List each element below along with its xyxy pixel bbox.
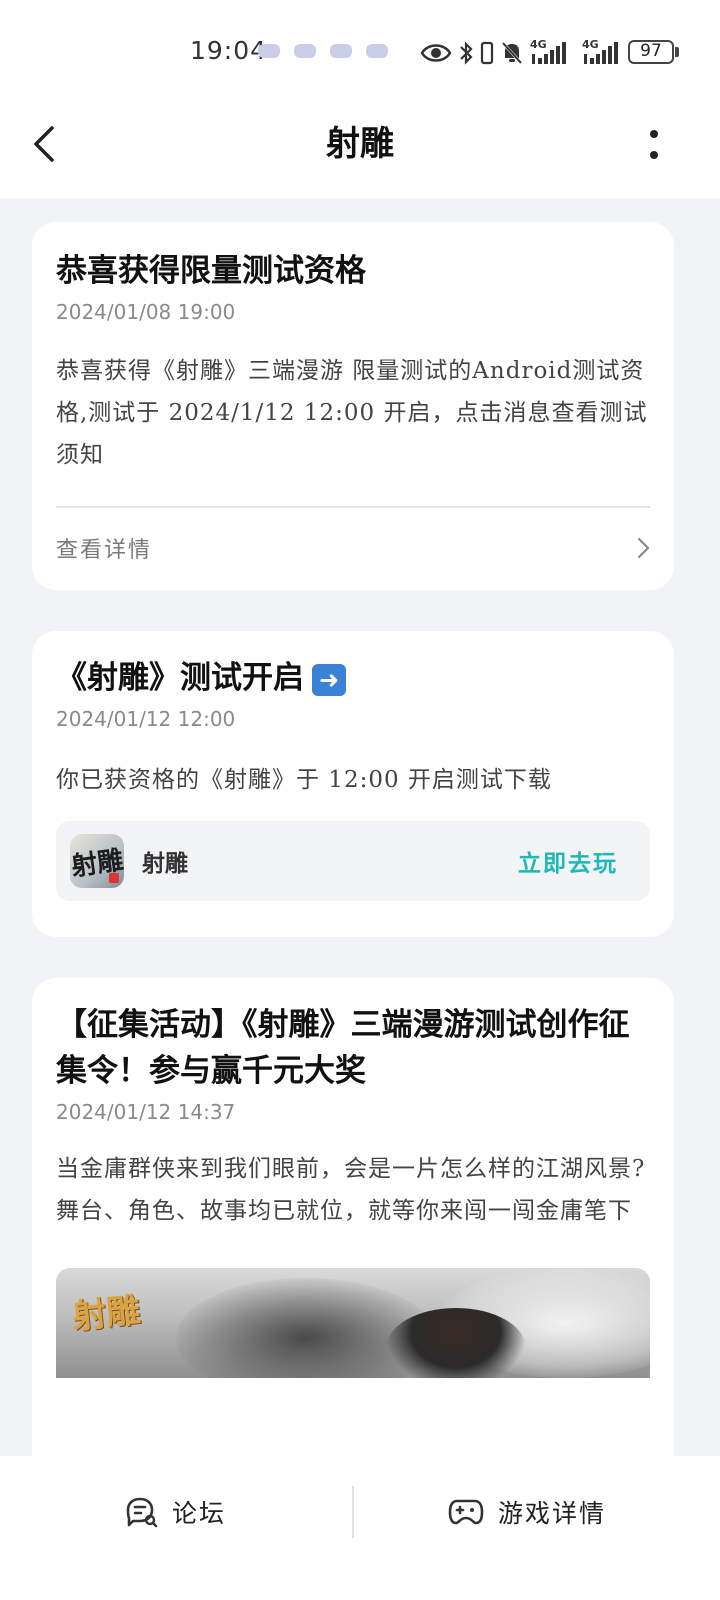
more-dot-icon	[650, 150, 658, 159]
card-date: 2024/01/12 14:37	[56, 1100, 236, 1124]
banner-logo: 射雕	[70, 1290, 143, 1338]
card-date: 2024/01/08 19:00	[56, 300, 236, 324]
card-body: 你已获资格的《射雕》于 12:00 开启测试下载	[56, 767, 552, 793]
event-banner-image[interactable]: 射雕	[56, 1268, 650, 1378]
game-name: 射雕	[142, 850, 188, 877]
signal-2: 4G	[582, 38, 620, 66]
chevron-left-icon	[34, 126, 54, 162]
card-title: 恭喜获得限量测试资格	[56, 253, 366, 289]
game-entry[interactable]: 射雕 射雕 立即去玩	[56, 821, 650, 901]
message-card[interactable]: 【征集活动】《射雕》三端漫游测试创作征集令！参与赢千元大奖 2024/01/12…	[32, 978, 674, 1498]
forum-button[interactable]: 论坛	[124, 1482, 226, 1542]
battery-tip	[675, 47, 679, 57]
nav-divider	[352, 1486, 354, 1538]
card-body-line: 当金庸群侠来到我们眼前，会是一片怎么样的江湖风景?	[56, 1156, 646, 1182]
view-details-link[interactable]: 查看详情	[56, 508, 650, 588]
card-title-text: 《射雕》测试开启	[56, 660, 304, 696]
back-button[interactable]	[24, 120, 64, 168]
message-card[interactable]: 《射雕》测试开启 ➜ 2024/01/12 12:00 你已获资格的《射雕》于 1…	[32, 631, 674, 937]
card-body-line: 舞台、角色、故事均已就位，就等你来闯一闯金庸笔下	[56, 1198, 632, 1224]
card-title: 《射雕》测试开启 ➜	[56, 655, 650, 701]
page-title: 射雕	[326, 124, 394, 164]
arrow-right-icon: ➜	[312, 663, 346, 696]
status-time: 19:04	[190, 36, 268, 65]
game-details-button[interactable]: 游戏详情	[448, 1482, 606, 1542]
more-dot-icon	[650, 129, 658, 138]
top-area: 19:04 4G 4G 97 射雕	[0, 0, 720, 198]
signal-icon	[532, 42, 566, 64]
card-body: 当金庸群侠来到我们眼前，会是一片怎么样的江湖风景? 舞台、角色、故事均已就位，就…	[56, 1148, 650, 1232]
battery-level: 97	[628, 40, 674, 64]
game-details-label: 游戏详情	[498, 1499, 607, 1528]
view-details-label: 查看详情	[56, 538, 153, 563]
card-title: 【征集活动】《射雕》三端漫游测试创作征集令！参与赢千元大奖	[56, 1007, 630, 1089]
message-card[interactable]: 恭喜获得限量测试资格 2024/01/08 19:00 恭喜获得《射雕》三端漫游…	[32, 222, 674, 590]
signal-icon	[584, 42, 618, 64]
notification-icon	[258, 44, 280, 58]
card-date: 2024/01/12 12:00	[56, 707, 236, 731]
forum-label: 论坛	[172, 1499, 227, 1528]
gamepad-icon	[448, 1499, 484, 1525]
forum-chat-icon	[126, 1497, 158, 1528]
eye-icon	[420, 44, 452, 62]
notification-icons	[258, 44, 388, 60]
more-options-button[interactable]	[632, 120, 676, 168]
header-bar: 射雕	[0, 100, 720, 190]
seal-icon	[109, 873, 119, 883]
card-body: 恭喜获得《射雕》三端漫游 限量测试的Android测试资格,测试于 2024/1…	[56, 358, 648, 468]
vibrate-icon	[480, 41, 494, 65]
banner-character-shape	[386, 1308, 526, 1378]
system-icons: 4G 4G	[420, 38, 620, 68]
status-bar: 19:04 4G 4G 97	[0, 30, 720, 74]
game-icon: 射雕	[70, 834, 124, 888]
signal-1: 4G	[530, 38, 568, 66]
notification-icon	[366, 44, 388, 58]
notification-icon	[294, 44, 316, 58]
bottom-navigation: 论坛 游戏详情	[0, 1456, 720, 1600]
battery-indicator: 97	[628, 40, 679, 66]
notification-icon	[330, 44, 352, 58]
bluetooth-icon	[460, 41, 473, 65]
chevron-right-icon	[637, 537, 650, 559]
mute-bell-icon	[501, 41, 523, 65]
play-now-button[interactable]: 立即去玩	[518, 844, 618, 878]
